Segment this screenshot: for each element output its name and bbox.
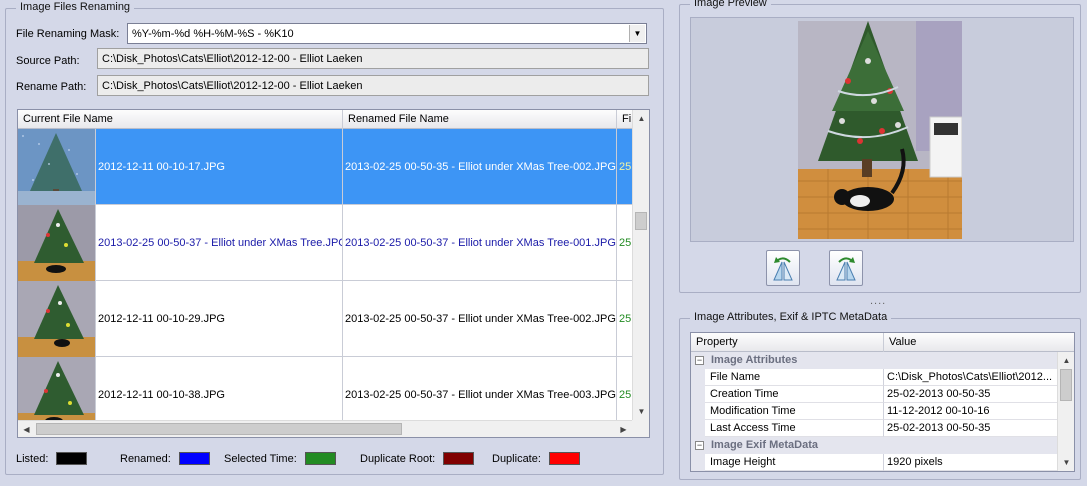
file-grid-vscroll[interactable]: ▲ ▼ xyxy=(632,110,649,420)
property-value: 1920 pixels xyxy=(884,454,1059,471)
legend-listed-swatch xyxy=(56,452,88,465)
scroll-right-icon[interactable]: ▶ xyxy=(615,421,632,437)
rename-path-value: C:\Disk_Photos\Cats\Elliot\2012-12-00 - … xyxy=(102,79,363,92)
legend-selected-time-label: Selected Time: xyxy=(224,452,297,465)
scroll-down-icon[interactable]: ▼ xyxy=(1058,454,1074,471)
property-name: Last Access Time xyxy=(705,420,884,437)
property-name: File Name xyxy=(705,369,884,386)
legend-listed-label: Listed: xyxy=(16,452,49,465)
renamed-file-name: 2013-02-25 00-50-37 - Elliot under XMas … xyxy=(343,205,617,281)
col-property[interactable]: Property xyxy=(691,333,884,352)
legend-duplicate-root-label: Duplicate Root: xyxy=(360,452,436,465)
property-name: Creation Time xyxy=(705,386,884,403)
source-path-field[interactable]: C:\Disk_Photos\Cats\Elliot\2012-12-00 - … xyxy=(97,48,649,69)
legend-duplicate-swatch xyxy=(548,452,580,465)
col-current-file-name[interactable]: Current File Name xyxy=(18,110,343,129)
preview-group-title: Image Preview xyxy=(690,0,771,9)
category-label: Image Attributes xyxy=(711,354,798,366)
property-row[interactable]: Modification Time 11-12-2012 00-10-16 xyxy=(691,403,1059,420)
property-value: C:\Disk_Photos\Cats\Elliot\2012... xyxy=(884,369,1059,386)
panel-splitter[interactable]: .... xyxy=(870,295,886,307)
scroll-up-icon[interactable]: ▲ xyxy=(633,110,649,127)
table-row[interactable]: 2013-02-25 00-50-37 - Elliot under XMas … xyxy=(18,205,633,281)
col-value[interactable]: Value xyxy=(884,333,1059,352)
legend-duplicate-root-swatch xyxy=(443,452,475,465)
legend-duplicate-root: Duplicate Root: xyxy=(360,452,475,465)
rotate-right-button[interactable] xyxy=(829,250,863,286)
category-image-exif-metadata[interactable]: − Image Exif MetaData xyxy=(691,437,1059,454)
rename-path-field[interactable]: C:\Disk_Photos\Cats\Elliot\2012-12-00 - … xyxy=(97,75,649,96)
legend-selected-time-swatch xyxy=(304,452,336,465)
property-name: Image Height xyxy=(705,454,884,471)
property-name: Modification Time xyxy=(705,403,884,420)
property-row[interactable]: Image Height 1920 pixels xyxy=(691,454,1059,471)
scroll-down-icon[interactable]: ▼ xyxy=(633,403,649,420)
category-label: Image Exif MetaData xyxy=(711,439,818,451)
thumbnail-image xyxy=(18,129,96,205)
file-grid-header: Current File Name Renamed File Name Fi xyxy=(18,110,633,129)
current-file-name: 2012-12-11 00-10-29.JPG xyxy=(96,281,343,357)
legend-renamed-swatch xyxy=(178,452,210,465)
property-row[interactable]: File Name C:\Disk_Photos\Cats\Elliot\201… xyxy=(691,369,1059,386)
row-gutter xyxy=(691,420,705,437)
collapse-icon[interactable]: − xyxy=(695,356,704,365)
legend-renamed: Renamed: xyxy=(120,452,210,465)
vscroll-thumb[interactable] xyxy=(635,212,647,230)
hscroll-thumb[interactable] xyxy=(36,423,402,435)
vscroll-thumb[interactable] xyxy=(1060,369,1072,401)
table-row[interactable]: 2012-12-11 00-10-29.JPG 2013-02-25 00-50… xyxy=(18,281,633,357)
property-value: 25-02-2013 00-50-35 xyxy=(884,386,1059,403)
legend-duplicate-label: Duplicate: xyxy=(492,452,541,465)
file-grid-hscroll[interactable]: ◀ ▶ xyxy=(18,420,632,437)
table-row[interactable]: 2012-12-11 00-10-17.JPG 2013-02-25 00-50… xyxy=(18,129,633,205)
thumbnail-image xyxy=(18,281,96,357)
rotate-right-icon xyxy=(836,257,856,281)
chevron-down-icon[interactable]: ▼ xyxy=(629,25,645,42)
row-gutter xyxy=(691,454,705,471)
metadata-vscroll[interactable]: ▲ ▼ xyxy=(1057,352,1074,471)
collapse-icon[interactable]: − xyxy=(695,441,704,450)
renaming-group-title: Image Files Renaming xyxy=(16,1,135,13)
legend-selected-time: Selected Time: xyxy=(224,452,336,465)
mask-combo[interactable]: %Y-%m-%d %H-%M-%S - %K10 ▼ xyxy=(127,23,647,44)
category-image-attributes[interactable]: − Image Attributes xyxy=(691,352,1059,369)
thumbnail-image xyxy=(18,205,96,281)
scroll-corner xyxy=(632,420,649,437)
current-file-name: 2013-02-25 00-50-37 - Elliot under XMas … xyxy=(96,205,343,281)
row-gutter xyxy=(691,369,705,386)
scroll-up-icon[interactable]: ▲ xyxy=(1058,352,1074,369)
row-gutter xyxy=(691,386,705,403)
legend-renamed-label: Renamed: xyxy=(120,452,171,465)
rename-path-label: Rename Path: xyxy=(16,81,87,93)
metadata-grid-header: Property Value xyxy=(691,333,1074,352)
metadata-property-grid[interactable]: Property Value − Image Attributes File N… xyxy=(690,332,1075,472)
mask-value: %Y-%m-%d %H-%M-%S - %K10 xyxy=(132,27,294,40)
property-value: 11-12-2012 00-10-16 xyxy=(884,403,1059,420)
current-file-name: 2012-12-11 00-10-17.JPG xyxy=(96,129,343,205)
rotate-left-icon xyxy=(773,257,793,281)
file-grid[interactable]: Current File Name Renamed File Name Fi 2… xyxy=(17,109,650,438)
metadata-group-title: Image Attributes, Exif & IPTC MetaData xyxy=(690,311,892,323)
property-row[interactable]: Creation Time 25-02-2013 00-50-35 xyxy=(691,386,1059,403)
scroll-left-icon[interactable]: ◀ xyxy=(18,421,35,437)
legend-listed: Listed: xyxy=(16,452,88,465)
renamed-file-name: 2013-02-25 00-50-37 - Elliot under XMas … xyxy=(343,281,617,357)
renamed-file-name: 2013-02-25 00-50-35 - Elliot under XMas … xyxy=(343,129,617,205)
col-renamed-file-name[interactable]: Renamed File Name xyxy=(343,110,617,129)
source-path-value: C:\Disk_Photos\Cats\Elliot\2012-12-00 - … xyxy=(102,52,363,65)
preview-image xyxy=(798,21,963,239)
property-row[interactable]: Last Access Time 25-02-2013 00-50-35 xyxy=(691,420,1059,437)
property-value: 25-02-2013 00-50-35 xyxy=(884,420,1059,437)
rotate-left-button[interactable] xyxy=(766,250,800,286)
row-gutter xyxy=(691,403,705,420)
legend-duplicate: Duplicate: xyxy=(492,452,580,465)
mask-label: File Renaming Mask: xyxy=(16,28,120,40)
source-path-label: Source Path: xyxy=(16,55,80,67)
